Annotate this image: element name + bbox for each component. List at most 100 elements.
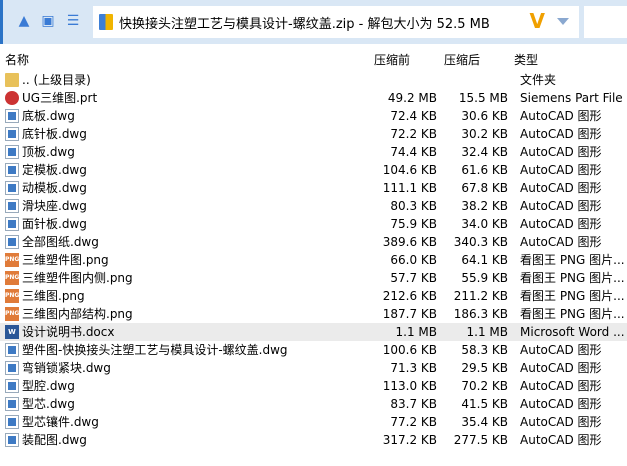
file-name: 三维图内部结构.png (22, 307, 133, 321)
file-row[interactable]: 底针板.dwg 72.2 KB 30.2 KB AutoCAD 图形 (0, 125, 627, 143)
file-type: AutoCAD 图形 (520, 181, 602, 195)
dwg-file-icon (5, 109, 19, 123)
file-packed-size: 30.6 KB (461, 109, 508, 123)
file-name: 底针板.dwg (22, 127, 87, 141)
file-packed-size: 1.1 MB (466, 325, 508, 339)
file-type: AutoCAD 图形 (520, 397, 602, 411)
file-name: 底板.dwg (22, 109, 75, 123)
png-file-icon: PNG (5, 307, 19, 321)
file-row[interactable]: PNG 三维图内部结构.png 187.7 KB 186.3 KB 看图王 PN… (0, 305, 627, 323)
file-type: AutoCAD 图形 (520, 217, 602, 231)
file-type: 看图王 PNG 图片... (520, 307, 625, 321)
zip-archive-icon (99, 14, 113, 30)
column-packed[interactable]: 压缩后 (444, 51, 480, 68)
dwg-file-icon (5, 217, 19, 231)
file-size: 187.7 KB (382, 307, 437, 321)
file-name: 动模板.dwg (22, 181, 87, 195)
file-packed-size: 70.2 KB (461, 379, 508, 393)
file-row[interactable]: 弯销锁紧块.dwg 71.3 KB 29.5 KB AutoCAD 图形 (0, 359, 627, 377)
file-packed-size: 55.9 KB (461, 271, 508, 285)
file-row[interactable]: .. (上级目录) 文件夹 (0, 71, 627, 89)
file-type: AutoCAD 图形 (520, 433, 602, 447)
file-type: 看图王 PNG 图片... (520, 289, 625, 303)
column-header: 名称 压缩前 压缩后 类型 (0, 48, 627, 68)
file-packed-size: 38.2 KB (461, 199, 508, 213)
file-row[interactable]: 滑块座.dwg 80.3 KB 38.2 KB AutoCAD 图形 (0, 197, 627, 215)
file-name: 设计说明书.docx (22, 325, 115, 339)
file-type: AutoCAD 图形 (520, 379, 602, 393)
file-type: 看图王 PNG 图片... (520, 271, 625, 285)
file-row[interactable]: 型腔.dwg 113.0 KB 70.2 KB AutoCAD 图形 (0, 377, 627, 395)
file-row[interactable]: W 设计说明书.docx 1.1 MB 1.1 MB Microsoft Wor… (0, 323, 627, 341)
file-type: AutoCAD 图形 (520, 145, 602, 159)
file-size: 71.3 KB (390, 361, 437, 375)
file-row[interactable]: 顶板.dwg 74.4 KB 32.4 KB AutoCAD 图形 (0, 143, 627, 161)
file-name: 装配图.dwg (22, 433, 87, 447)
dwg-file-icon (5, 343, 19, 357)
folder-file-icon (5, 73, 19, 87)
file-row[interactable]: 定模板.dwg 104.6 KB 61.6 KB AutoCAD 图形 (0, 161, 627, 179)
file-size: 389.6 KB (382, 235, 437, 249)
file-size: 49.2 MB (387, 91, 437, 105)
file-size: 66.0 KB (390, 253, 437, 267)
address-bar[interactable]: 快换接头注塑工艺与模具设计-螺纹盖.zip - 解包大小为 52.5 MB V (93, 6, 579, 38)
file-row[interactable]: PNG 三维塑件图内侧.png 57.7 KB 55.9 KB 看图王 PNG … (0, 269, 627, 287)
file-size: 113.0 KB (382, 379, 437, 393)
file-row[interactable]: 动模板.dwg 111.1 KB 67.8 KB AutoCAD 图形 (0, 179, 627, 197)
file-type: 文件夹 (520, 73, 557, 87)
column-type[interactable]: 类型 (514, 51, 538, 68)
file-name: 三维塑件图.png (22, 253, 109, 267)
dwg-file-icon (5, 199, 19, 213)
column-size[interactable]: 压缩前 (374, 51, 410, 68)
dwg-file-icon (5, 361, 19, 375)
png-file-icon: PNG (5, 289, 19, 303)
file-type: AutoCAD 图形 (520, 109, 602, 123)
dwg-file-icon (5, 145, 19, 159)
file-row[interactable]: 塑件图-快换接头注塑工艺与模具设计-螺纹盖.dwg 100.6 KB 58.3 … (0, 341, 627, 359)
file-name: 顶板.dwg (22, 145, 75, 159)
dwg-file-icon (5, 397, 19, 411)
dwg-file-icon (5, 163, 19, 177)
file-row[interactable]: 全部图纸.dwg 389.6 KB 340.3 KB AutoCAD 图形 (0, 233, 627, 251)
file-size: 104.6 KB (382, 163, 437, 177)
dropdown-arrow-icon[interactable] (557, 18, 569, 25)
file-packed-size: 277.5 KB (453, 433, 508, 447)
file-type: AutoCAD 图形 (520, 361, 602, 375)
file-packed-size: 41.5 KB (461, 397, 508, 411)
file-name: 三维塑件图内侧.png (22, 271, 133, 285)
file-row[interactable]: 型芯镶件.dwg 77.2 KB 35.4 KB AutoCAD 图形 (0, 413, 627, 431)
file-name: 型芯.dwg (22, 397, 75, 411)
file-size: 100.6 KB (382, 343, 437, 357)
file-name: 型腔.dwg (22, 379, 75, 393)
file-packed-size: 211.2 KB (453, 289, 508, 303)
dwg-file-icon (5, 379, 19, 393)
column-name[interactable]: 名称 (5, 51, 29, 68)
file-size: 111.1 KB (382, 181, 437, 195)
file-size: 212.6 KB (382, 289, 437, 303)
file-size: 72.2 KB (390, 127, 437, 141)
file-type: AutoCAD 图形 (520, 163, 602, 177)
file-packed-size: 34.0 KB (461, 217, 508, 231)
doc-file-icon: W (5, 325, 19, 339)
file-row[interactable]: PNG 三维塑件图.png 66.0 KB 64.1 KB 看图王 PNG 图片… (0, 251, 627, 269)
up-arrow-icon[interactable]: ▲ (16, 13, 32, 29)
file-size: 83.7 KB (390, 397, 437, 411)
file-row[interactable]: 底板.dwg 72.4 KB 30.6 KB AutoCAD 图形 (0, 107, 627, 125)
file-row[interactable]: UG三维图.prt 49.2 MB 15.5 MB Siemens Part F… (0, 89, 627, 107)
file-name: 型芯镶件.dwg (22, 415, 99, 429)
file-row[interactable]: 面针板.dwg 75.9 KB 34.0 KB AutoCAD 图形 (0, 215, 627, 233)
file-packed-size: 30.2 KB (461, 127, 508, 141)
search-input[interactable] (584, 6, 627, 38)
file-row[interactable]: PNG 三维图.png 212.6 KB 211.2 KB 看图王 PNG 图片… (0, 287, 627, 305)
list-view-icon[interactable]: ☰ (65, 13, 81, 29)
file-row[interactable]: 型芯.dwg 83.7 KB 41.5 KB AutoCAD 图形 (0, 395, 627, 413)
file-row[interactable]: 装配图.dwg 317.2 KB 277.5 KB AutoCAD 图形 (0, 431, 627, 449)
file-type: AutoCAD 图形 (520, 199, 602, 213)
view-icon[interactable]: ▣ (40, 13, 56, 29)
file-name: 塑件图-快换接头注塑工艺与模具设计-螺纹盖.dwg (22, 343, 288, 357)
dwg-file-icon (5, 127, 19, 141)
file-type: Microsoft Word ... (520, 325, 625, 339)
png-file-icon: PNG (5, 271, 19, 285)
file-size: 57.7 KB (390, 271, 437, 285)
file-packed-size: 61.6 KB (461, 163, 508, 177)
